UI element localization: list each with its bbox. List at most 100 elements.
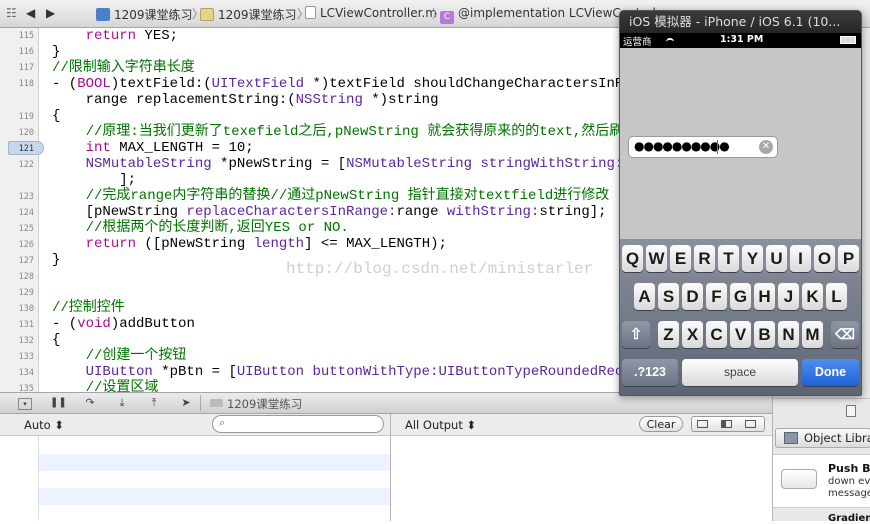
console-output-selector[interactable]: All Output ⬍ (405, 418, 476, 432)
code-line: return ([pNewString length] <= MAX_LENGT… (85, 236, 447, 252)
show-console-icon[interactable] (745, 420, 756, 428)
target-icon (210, 399, 223, 407)
library-item-title: Gradien (828, 513, 870, 524)
breadcrumb-project-label: 1209课堂练习 (114, 8, 193, 22)
space-key[interactable]: space (682, 359, 798, 386)
simulator-title: iOS 模拟器 - iPhone / iOS 6.1 (10... (620, 11, 861, 33)
status-bar: 运营商 1:31 PM (620, 33, 861, 48)
view-toggle[interactable] (691, 416, 765, 432)
backspace-key-icon[interactable]: ⌫ (831, 321, 859, 348)
battery-icon (840, 36, 856, 44)
key-x[interactable]: X (682, 321, 703, 348)
key-l[interactable]: L (826, 283, 847, 310)
back-arrow-icon[interactable]: ◀ (26, 6, 35, 20)
line-number: 129 (18, 288, 34, 298)
key-p[interactable]: P (838, 245, 859, 272)
key-q[interactable]: Q (622, 245, 643, 272)
key-a[interactable]: A (634, 283, 655, 310)
debug-target-label: 1209课堂练习 (227, 397, 303, 411)
key-m[interactable]: M (802, 321, 823, 348)
shift-key-icon[interactable]: ⇧ (622, 321, 650, 348)
library-item-push-button[interactable]: Push Bu down eve message (773, 454, 870, 508)
breadcrumb-file-label: LCViewController.m (320, 6, 437, 20)
breadcrumb-file[interactable]: LCViewController.m (305, 6, 437, 20)
line-number: 117 (18, 63, 34, 73)
show-both-icon[interactable] (721, 420, 732, 428)
code-line: - (BOOL)textField:(UITextField *)textFie… (52, 76, 624, 92)
line-number: 133 (18, 352, 34, 362)
code-comment: //完成range内字符串的替换//通过pNewString 指针直接对text… (52, 188, 610, 204)
line-number: 119 (18, 112, 34, 122)
text-cursor (717, 140, 718, 154)
clear-button[interactable]: Clear (639, 416, 683, 432)
variables-search-input[interactable]: ⌕ (212, 415, 384, 433)
list-item (38, 488, 390, 505)
ios-simulator-window: iOS 模拟器 - iPhone / iOS 6.1 (10... 运营商 1:… (619, 10, 862, 396)
line-number: 123 (18, 192, 34, 202)
key-z[interactable]: Z (658, 321, 679, 348)
line-number: 132 (18, 336, 34, 346)
line-number: 120 (18, 128, 34, 138)
variables-view[interactable] (0, 436, 390, 521)
key-b[interactable]: B (754, 321, 775, 348)
key-r[interactable]: R (694, 245, 715, 272)
key-e[interactable]: E (670, 245, 691, 272)
watermark: http://blog.csdn.net/ministarler (286, 260, 594, 278)
key-s[interactable]: S (658, 283, 679, 310)
show-variables-icon[interactable] (697, 420, 708, 428)
pause-icon[interactable]: ❚❚ (50, 396, 67, 410)
line-number: 131 (18, 320, 34, 330)
line-number: 134 (18, 368, 34, 378)
code-comment: //设置区域 (52, 380, 159, 392)
password-field[interactable]: ●●●●●●●●●● ✕ (628, 136, 778, 158)
line-number: 116 (18, 47, 34, 57)
key-h[interactable]: H (754, 283, 775, 310)
key-i[interactable]: I (790, 245, 811, 272)
clear-text-icon[interactable]: ✕ (759, 140, 773, 154)
file-template-icon[interactable] (846, 405, 856, 417)
key-g[interactable]: G (730, 283, 751, 310)
scope-selector[interactable]: Auto ⬍ (24, 418, 64, 432)
key-v[interactable]: V (730, 321, 751, 348)
done-key[interactable]: Done (802, 359, 859, 386)
key-d[interactable]: D (682, 283, 703, 310)
code-line: UIButton *pBtn = [UIButton buttonWithTyp… (85, 364, 624, 380)
breadcrumb-folder-label: 1209课堂练习 (218, 8, 297, 22)
forward-arrow-icon[interactable]: ▶ (46, 6, 55, 20)
carrier-label: 运营商 (623, 37, 652, 48)
step-over-icon[interactable]: ↷ (82, 396, 98, 410)
app-view: ●●●●●●●●●● ✕ (620, 48, 861, 239)
key-t[interactable]: T (718, 245, 739, 272)
related-items-icon[interactable]: ☷ (6, 6, 17, 20)
key-j[interactable]: J (778, 283, 799, 310)
key-o[interactable]: O (814, 245, 835, 272)
object-library-tab[interactable]: Object Libra (775, 428, 870, 448)
breadcrumb-folder[interactable]: 1209课堂练习 (200, 6, 297, 23)
object-library-icon (784, 432, 798, 444)
code-line: return YES; (85, 28, 179, 44)
key-k[interactable]: K (802, 283, 823, 310)
location-arrow-icon[interactable]: ➤ (178, 396, 194, 410)
push-button-thumbnail (781, 469, 817, 489)
hide-debug-area-icon[interactable]: ▾ (18, 398, 32, 410)
code-line: { (52, 108, 61, 124)
line-number: 126 (18, 240, 34, 250)
line-number: 128 (18, 272, 34, 282)
key-y[interactable]: Y (742, 245, 763, 272)
breadcrumb-project[interactable]: 1209课堂练习 (96, 6, 193, 23)
library-item-description: message (828, 488, 870, 499)
key-w[interactable]: W (646, 245, 667, 272)
code-comment: //原理:当我们更新了texefield之后,pNewString 就会获得原来… (52, 124, 624, 140)
key-f[interactable]: F (706, 283, 727, 310)
console-output[interactable] (390, 436, 773, 521)
step-into-icon[interactable]: ⤓ (114, 396, 130, 410)
key-n[interactable]: N (778, 321, 799, 348)
line-number: 118 (18, 79, 34, 89)
step-out-icon[interactable]: ⤒ (146, 396, 162, 410)
key-u[interactable]: U (766, 245, 787, 272)
key-c[interactable]: C (706, 321, 727, 348)
line-number: 125 (18, 224, 34, 234)
numbers-key[interactable]: .?123 (622, 359, 678, 386)
line-number: 122 (18, 160, 34, 170)
clock-label: 1:31 PM (720, 34, 764, 45)
